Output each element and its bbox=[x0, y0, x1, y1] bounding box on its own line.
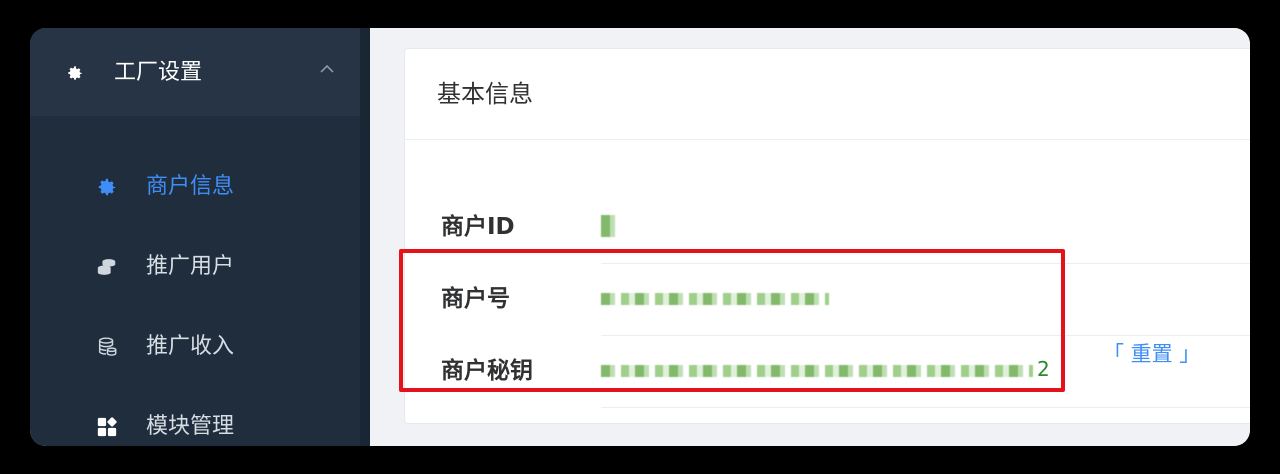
app-window: 工厂设置 商户信息 推广用户 推广收入 模块管理 基本信息 商户ID 商户号 商… bbox=[30, 28, 1250, 446]
card-header: 基本信息 bbox=[405, 49, 1250, 140]
sidebar-group-label: 工厂设置 bbox=[114, 60, 203, 85]
sidebar-group-factory-settings[interactable]: 工厂设置 bbox=[30, 28, 370, 116]
sidebar-item-promotion-income[interactable]: 推广收入 bbox=[30, 306, 360, 386]
sidebar-item-promoted-users[interactable]: 推广用户 bbox=[30, 226, 360, 306]
sidebar-edge bbox=[360, 28, 370, 446]
reset-secret-link[interactable]: 「 重置 」 bbox=[1103, 339, 1200, 369]
apps-icon bbox=[97, 417, 117, 437]
gear-icon bbox=[98, 178, 116, 196]
redacted-value bbox=[601, 215, 615, 237]
sidebar-item-label: 推广用户 bbox=[146, 254, 235, 279]
sidebar-item-label: 推广收入 bbox=[146, 334, 235, 359]
sidebar: 工厂设置 商户信息 推广用户 推广收入 模块管理 bbox=[30, 28, 370, 446]
sidebar-item-label: 商户信息 bbox=[146, 174, 235, 199]
sidebar-item-module-management[interactable]: 模块管理 bbox=[30, 386, 360, 446]
chevron-up-icon bbox=[320, 64, 334, 73]
highlight-box bbox=[399, 249, 1065, 392]
card-title: 基本信息 bbox=[437, 80, 533, 108]
sidebar-item-label: 模块管理 bbox=[146, 414, 235, 439]
database-icon bbox=[98, 337, 117, 356]
gear-icon bbox=[68, 66, 82, 80]
field-label: 商户ID bbox=[441, 214, 515, 240]
sidebar-item-merchant-info[interactable]: 商户信息 bbox=[30, 146, 360, 226]
coins-icon bbox=[97, 259, 116, 275]
